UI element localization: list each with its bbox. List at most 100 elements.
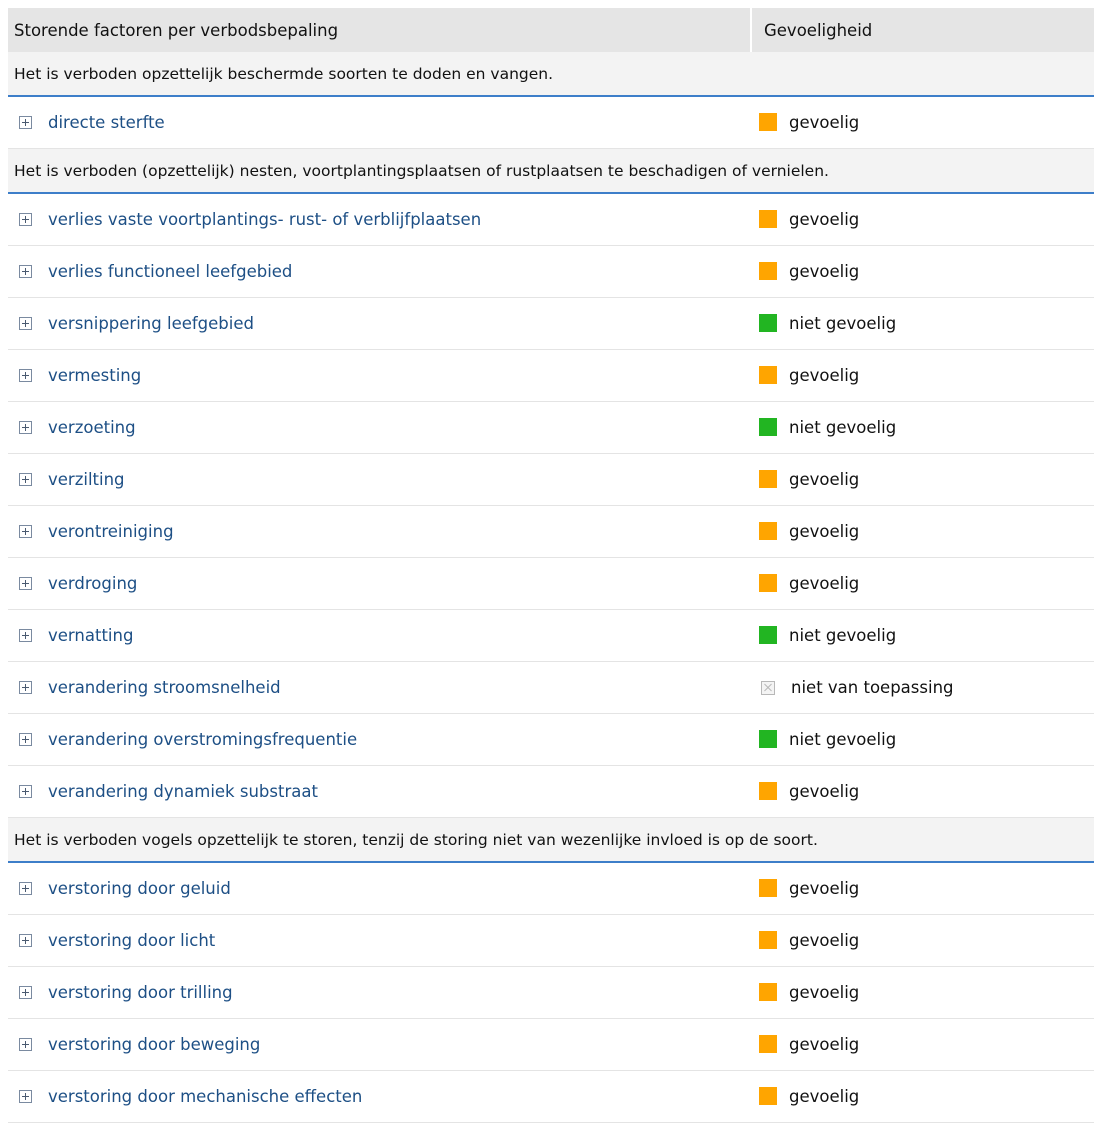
sensitivity-label: niet gevoelig: [789, 313, 897, 333]
orange-square-icon: [759, 879, 777, 898]
sensitivity-cell: gevoelig: [751, 557, 1094, 610]
factor-label[interactable]: directe sterfte: [48, 113, 165, 132]
orange-square-icon: [759, 470, 777, 489]
factor-label[interactable]: verzoeting: [48, 418, 136, 437]
factor-label[interactable]: vernatting: [48, 626, 133, 645]
green-square-icon: [759, 418, 777, 437]
orange-square-icon: [759, 113, 777, 132]
expand-plus-icon[interactable]: [19, 525, 32, 538]
expand-plus-icon[interactable]: [19, 577, 32, 590]
table-row: verstoring door mechanische effecten gevo…: [8, 1070, 1094, 1123]
group-heading-row: Het is verboden vogels opzettelijk te st…: [8, 817, 1094, 863]
factor-label[interactable]: verstoring door geluid: [48, 879, 231, 898]
factor-cell: verlies functioneel leefgebied: [8, 245, 751, 298]
factor-cell: directe sterfte: [8, 96, 751, 149]
orange-square-icon: [759, 574, 777, 593]
factor-cell: verandering stroomsnelheid: [8, 661, 751, 714]
orange-square-icon: [759, 983, 777, 1002]
sensitivity-label: gevoelig: [789, 1086, 860, 1106]
factor-label[interactable]: verzilting: [48, 470, 125, 489]
column-header-sensitivity: Gevoeligheid: [750, 8, 1094, 52]
table-row: verdroging gevoelig: [8, 557, 1094, 610]
factor-label[interactable]: verandering stroomsnelheid: [48, 678, 281, 697]
expand-plus-icon[interactable]: [19, 785, 32, 798]
factor-cell: verzilting: [8, 453, 751, 506]
factor-label[interactable]: vermesting: [48, 366, 141, 385]
table-row: verzilting gevoelig: [8, 453, 1094, 506]
expand-plus-icon[interactable]: [19, 369, 32, 382]
factor-label[interactable]: verlies vaste voortplantings- rust- of v…: [48, 210, 481, 229]
sensitivity-label: gevoelig: [789, 112, 860, 132]
group-heading: Het is verboden vogels opzettelijk te st…: [8, 817, 1094, 863]
expand-plus-icon[interactable]: [19, 265, 32, 278]
factor-cell: verdroging: [8, 557, 751, 610]
table-body: Het is verboden opzettelijk beschermde s…: [8, 52, 1094, 1123]
orange-square-icon: [759, 210, 777, 229]
factor-cell: verstoring door geluid: [8, 862, 751, 915]
sensitivity-label: gevoelig: [789, 521, 860, 541]
expand-plus-icon[interactable]: [19, 681, 32, 694]
table-row: verandering dynamiek substraat gevoelig: [8, 765, 1094, 818]
sensitivity-cell: niet gevoelig: [751, 713, 1094, 766]
expand-plus-icon[interactable]: [19, 733, 32, 746]
sensitivity-label: gevoelig: [789, 365, 860, 385]
table-row: verstoring door licht gevoelig: [8, 914, 1094, 967]
factor-cell: versnippering leefgebied: [8, 297, 751, 350]
group-heading: Het is verboden opzettelijk beschermde s…: [8, 52, 1094, 97]
expand-plus-icon[interactable]: [19, 882, 32, 895]
sensitivity-cell: gevoelig: [751, 193, 1094, 246]
expand-plus-icon[interactable]: [19, 986, 32, 999]
factor-label[interactable]: verlies functioneel leefgebied: [48, 262, 292, 281]
factor-cell: verandering overstromingsfrequentie: [8, 713, 751, 766]
table-row: vermesting gevoelig: [8, 349, 1094, 402]
sensitivity-label: gevoelig: [789, 261, 860, 281]
factor-cell: verlies vaste voortplantings- rust- of v…: [8, 193, 751, 246]
table-row: versnippering leefgebied niet gevoelig: [8, 297, 1094, 350]
sensitivity-cell: niet gevoelig: [751, 401, 1094, 454]
factor-label[interactable]: verstoring door licht: [48, 931, 215, 950]
orange-square-icon: [759, 931, 777, 950]
sensitivity-label: gevoelig: [789, 1034, 860, 1054]
sensitivity-cell: gevoelig: [751, 96, 1094, 149]
factor-label[interactable]: verdroging: [48, 574, 137, 593]
expand-plus-icon[interactable]: [19, 1090, 32, 1103]
sensitivity-cell: niet van toepassing: [751, 661, 1094, 714]
expand-plus-icon[interactable]: [19, 421, 32, 434]
sensitivity-label: gevoelig: [789, 209, 860, 229]
sensitivity-label: niet gevoelig: [789, 729, 897, 749]
factor-cell: verandering dynamiek substraat: [8, 765, 751, 818]
orange-square-icon: [759, 262, 777, 281]
factor-cell: verontreiniging: [8, 505, 751, 558]
factor-label[interactable]: verontreiniging: [48, 522, 174, 541]
table-row: verandering stroomsnelheid niet van toepa…: [8, 661, 1094, 714]
crossed-box-icon: [761, 680, 775, 695]
green-square-icon: [759, 730, 777, 749]
factor-label[interactable]: verstoring door trilling: [48, 983, 233, 1002]
expand-plus-icon[interactable]: [19, 1038, 32, 1051]
table-row: verandering overstromingsfrequentie niet …: [8, 713, 1094, 766]
factor-label[interactable]: verstoring door beweging: [48, 1035, 260, 1054]
expand-plus-icon[interactable]: [19, 629, 32, 642]
expand-plus-icon[interactable]: [19, 213, 32, 226]
factor-label[interactable]: versnippering leefgebied: [48, 314, 254, 333]
group-heading: Het is verboden (opzettelijk) nesten, vo…: [8, 148, 1094, 194]
expand-plus-icon[interactable]: [19, 317, 32, 330]
sensitivity-cell: gevoelig: [751, 765, 1094, 818]
table-row: directe sterfte gevoelig: [8, 96, 1094, 149]
table-row: verstoring door trilling gevoelig: [8, 966, 1094, 1019]
expand-plus-icon[interactable]: [19, 116, 32, 129]
expand-plus-icon[interactable]: [19, 473, 32, 486]
orange-square-icon: [759, 782, 777, 801]
sensitivity-label: gevoelig: [789, 878, 860, 898]
factor-label[interactable]: verandering dynamiek substraat: [48, 782, 318, 801]
expand-plus-icon[interactable]: [19, 934, 32, 947]
factor-label[interactable]: verandering overstromingsfrequentie: [48, 730, 357, 749]
sensitivity-cell: gevoelig: [751, 966, 1094, 1019]
table-row: verstoring door beweging gevoelig: [8, 1018, 1094, 1071]
factor-label[interactable]: verstoring door mechanische effecten: [48, 1087, 362, 1106]
sensitivity-table-container: Storende factoren per verbodsbepaling Ge…: [8, 8, 1094, 1123]
orange-square-icon: [759, 1035, 777, 1054]
group-heading-row: Het is verboden opzettelijk beschermde s…: [8, 52, 1094, 97]
green-square-icon: [759, 626, 777, 645]
factor-cell: vermesting: [8, 349, 751, 402]
